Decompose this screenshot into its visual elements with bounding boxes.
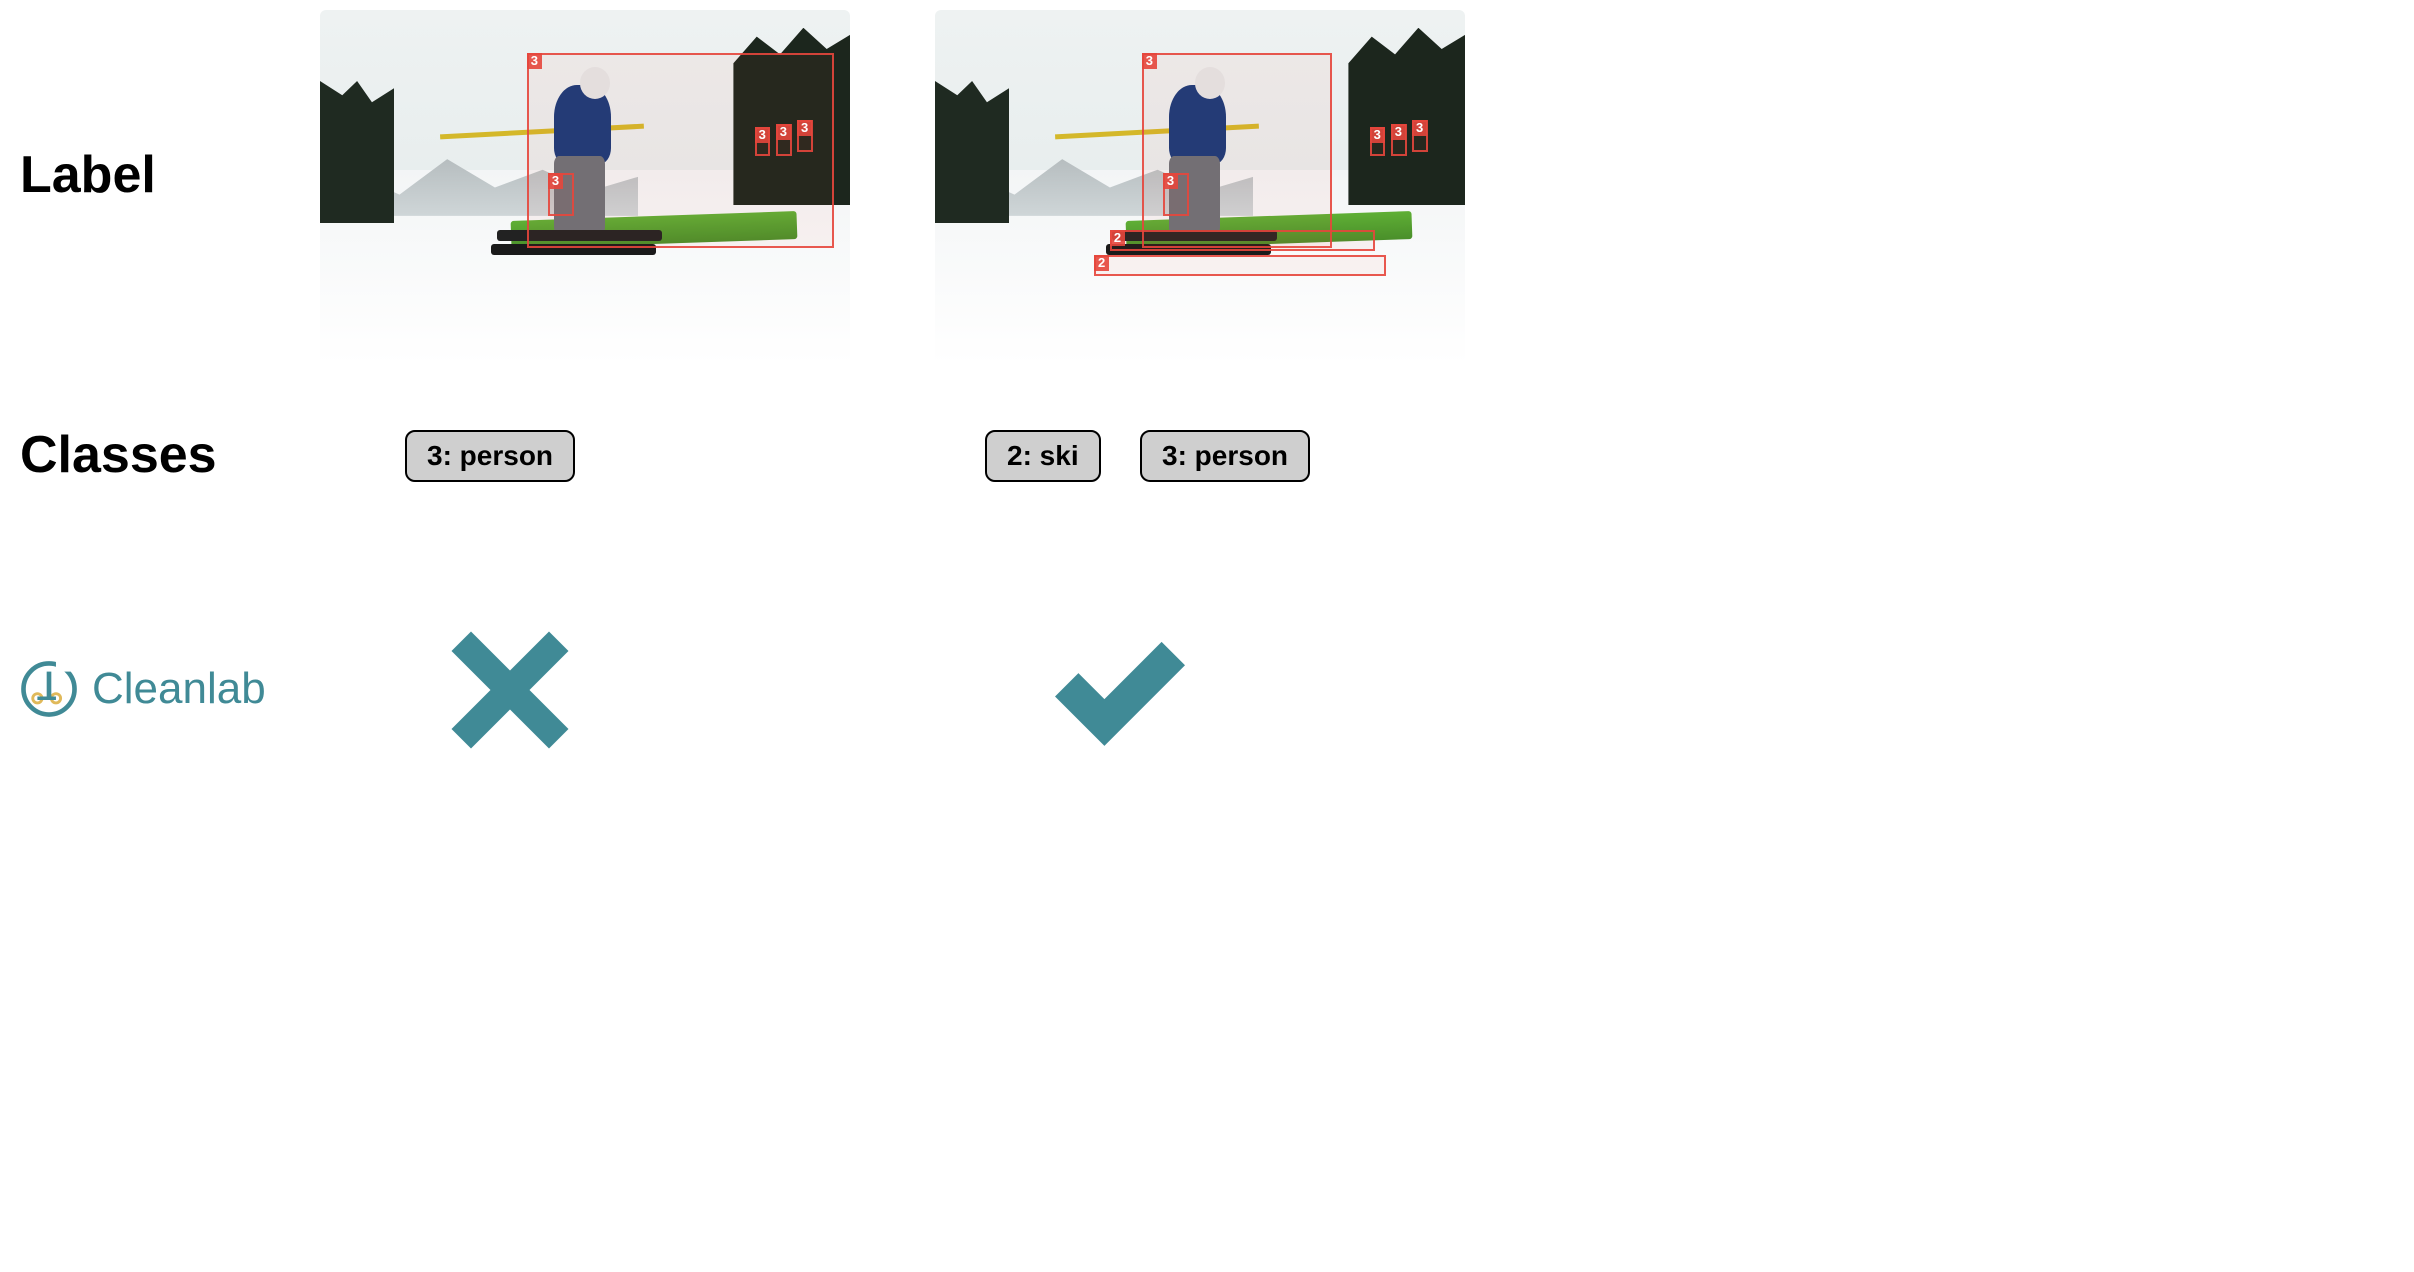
bbox: 3 [797, 120, 813, 152]
annotated-image-left: 33333 [320, 10, 850, 365]
class-chip: 3: person [1140, 430, 1310, 482]
bbox: 3 [1142, 53, 1333, 248]
bbox-tag: 2 [1094, 255, 1109, 271]
row-title-classes: Classes [20, 425, 300, 485]
bbox: 3 [755, 127, 771, 155]
bbox-tag: 3 [527, 53, 542, 69]
bbox: 2 [1110, 230, 1375, 251]
bbox-tag: 3 [797, 120, 812, 136]
bbox-tag: 3 [1412, 120, 1427, 136]
bbox: 2 [1094, 255, 1386, 276]
row-title-label: Label [20, 145, 300, 205]
bbox: 3 [1370, 127, 1386, 155]
bbox: 3 [1412, 120, 1428, 152]
bbox-tag: 2 [1110, 230, 1125, 246]
bbox-tag: 3 [755, 127, 770, 143]
annotated-image-right: 3333322 [935, 10, 1465, 365]
class-chip: 2: ski [985, 430, 1101, 482]
bbox-tag: 3 [1163, 173, 1178, 189]
bbox-tag: 3 [548, 173, 563, 189]
cross-icon [445, 625, 575, 760]
cleanlab-logo-text: Cleanlab [92, 664, 266, 714]
cleanlab-logo-icon [20, 660, 78, 718]
bbox: 3 [776, 124, 792, 156]
bbox: 3 [1163, 173, 1190, 216]
bbox-tag: 3 [1142, 53, 1157, 69]
class-chip: 3: person [405, 430, 575, 482]
bbox-tag: 3 [776, 124, 791, 140]
bbox: 3 [548, 173, 575, 216]
check-icon [1040, 625, 1200, 760]
bbox: 3 [1391, 124, 1407, 156]
cleanlab-logo: Cleanlab [20, 660, 266, 718]
bbox-tag: 3 [1370, 127, 1385, 143]
bbox-tag: 3 [1391, 124, 1406, 140]
